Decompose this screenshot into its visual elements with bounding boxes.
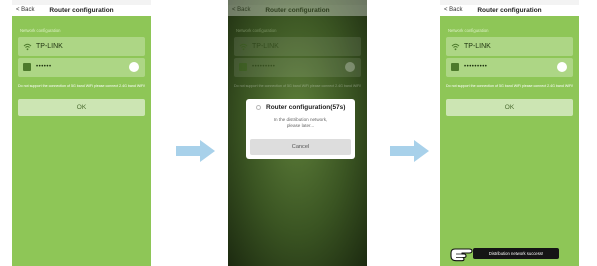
dialog-message-line-2: please later... <box>286 123 315 129</box>
wifi-icon <box>239 42 248 51</box>
ok-button[interactable]: OK <box>446 99 573 116</box>
dialog-title: Router configuration(57s) <box>266 104 346 111</box>
password-value: •••••• <box>36 64 52 70</box>
password-field[interactable]: ••••••••• <box>446 58 573 77</box>
screen-3-success: < Back Router configuration Network conf… <box>440 0 579 266</box>
ssid-field[interactable]: TP-LINK <box>18 37 145 56</box>
ok-button[interactable]: OK <box>18 99 145 116</box>
section-label: Network configuration <box>20 28 61 33</box>
spinner-icon <box>256 105 261 110</box>
arrow-right-icon <box>390 140 429 162</box>
password-field: ••••••••• <box>234 58 361 77</box>
section-label: Network configuration <box>448 28 489 33</box>
cancel-button[interactable]: Cancel <box>250 139 351 155</box>
ssid-value: TP-LINK <box>252 43 279 50</box>
nav-bar: < Back Router configuration <box>440 5 579 16</box>
ssid-field[interactable]: TP-LINK <box>446 37 573 56</box>
screen-1-router-config: < Back Router configuration Network conf… <box>12 0 151 266</box>
screen-2-configuring: < Back Router configuration Network conf… <box>228 0 367 266</box>
password-visibility-toggle <box>345 62 355 72</box>
progress-dialog: Router configuration(57s) In the distrib… <box>246 99 355 159</box>
lock-icon <box>239 63 247 71</box>
password-visibility-toggle[interactable] <box>557 62 567 72</box>
password-value: ••••••••• <box>252 64 276 70</box>
section-label: Network configuration <box>236 28 277 33</box>
ssid-field: TP-LINK <box>234 37 361 56</box>
wifi-icon <box>451 42 460 51</box>
page-title: Router configuration <box>49 7 114 14</box>
nav-bar: < Back Router configuration <box>12 5 151 16</box>
dialog-message: In the distribution network, please late… <box>250 117 351 129</box>
band-note: Do not support the connection of 5G band… <box>234 84 362 88</box>
band-note: Do not support the connection of 5G band… <box>446 84 574 88</box>
ssid-value: TP-LINK <box>36 43 63 50</box>
arrow-right-icon <box>176 140 215 162</box>
wifi-icon <box>23 42 32 51</box>
password-value: ••••••••• <box>464 64 488 70</box>
password-visibility-toggle[interactable] <box>129 62 139 72</box>
ssid-value: TP-LINK <box>464 43 491 50</box>
page-title: Router configuration <box>477 7 542 14</box>
password-field[interactable]: •••••• <box>18 58 145 77</box>
page-title: Router configuration <box>265 7 330 14</box>
pointing-hand-icon <box>450 248 473 262</box>
lock-icon <box>451 63 459 71</box>
nav-bar: < Back Router configuration <box>228 5 367 16</box>
lock-icon <box>23 63 31 71</box>
band-note: Do not support the connection of 5G band… <box>18 84 146 88</box>
success-toast: Distribution network success! <box>473 248 559 259</box>
